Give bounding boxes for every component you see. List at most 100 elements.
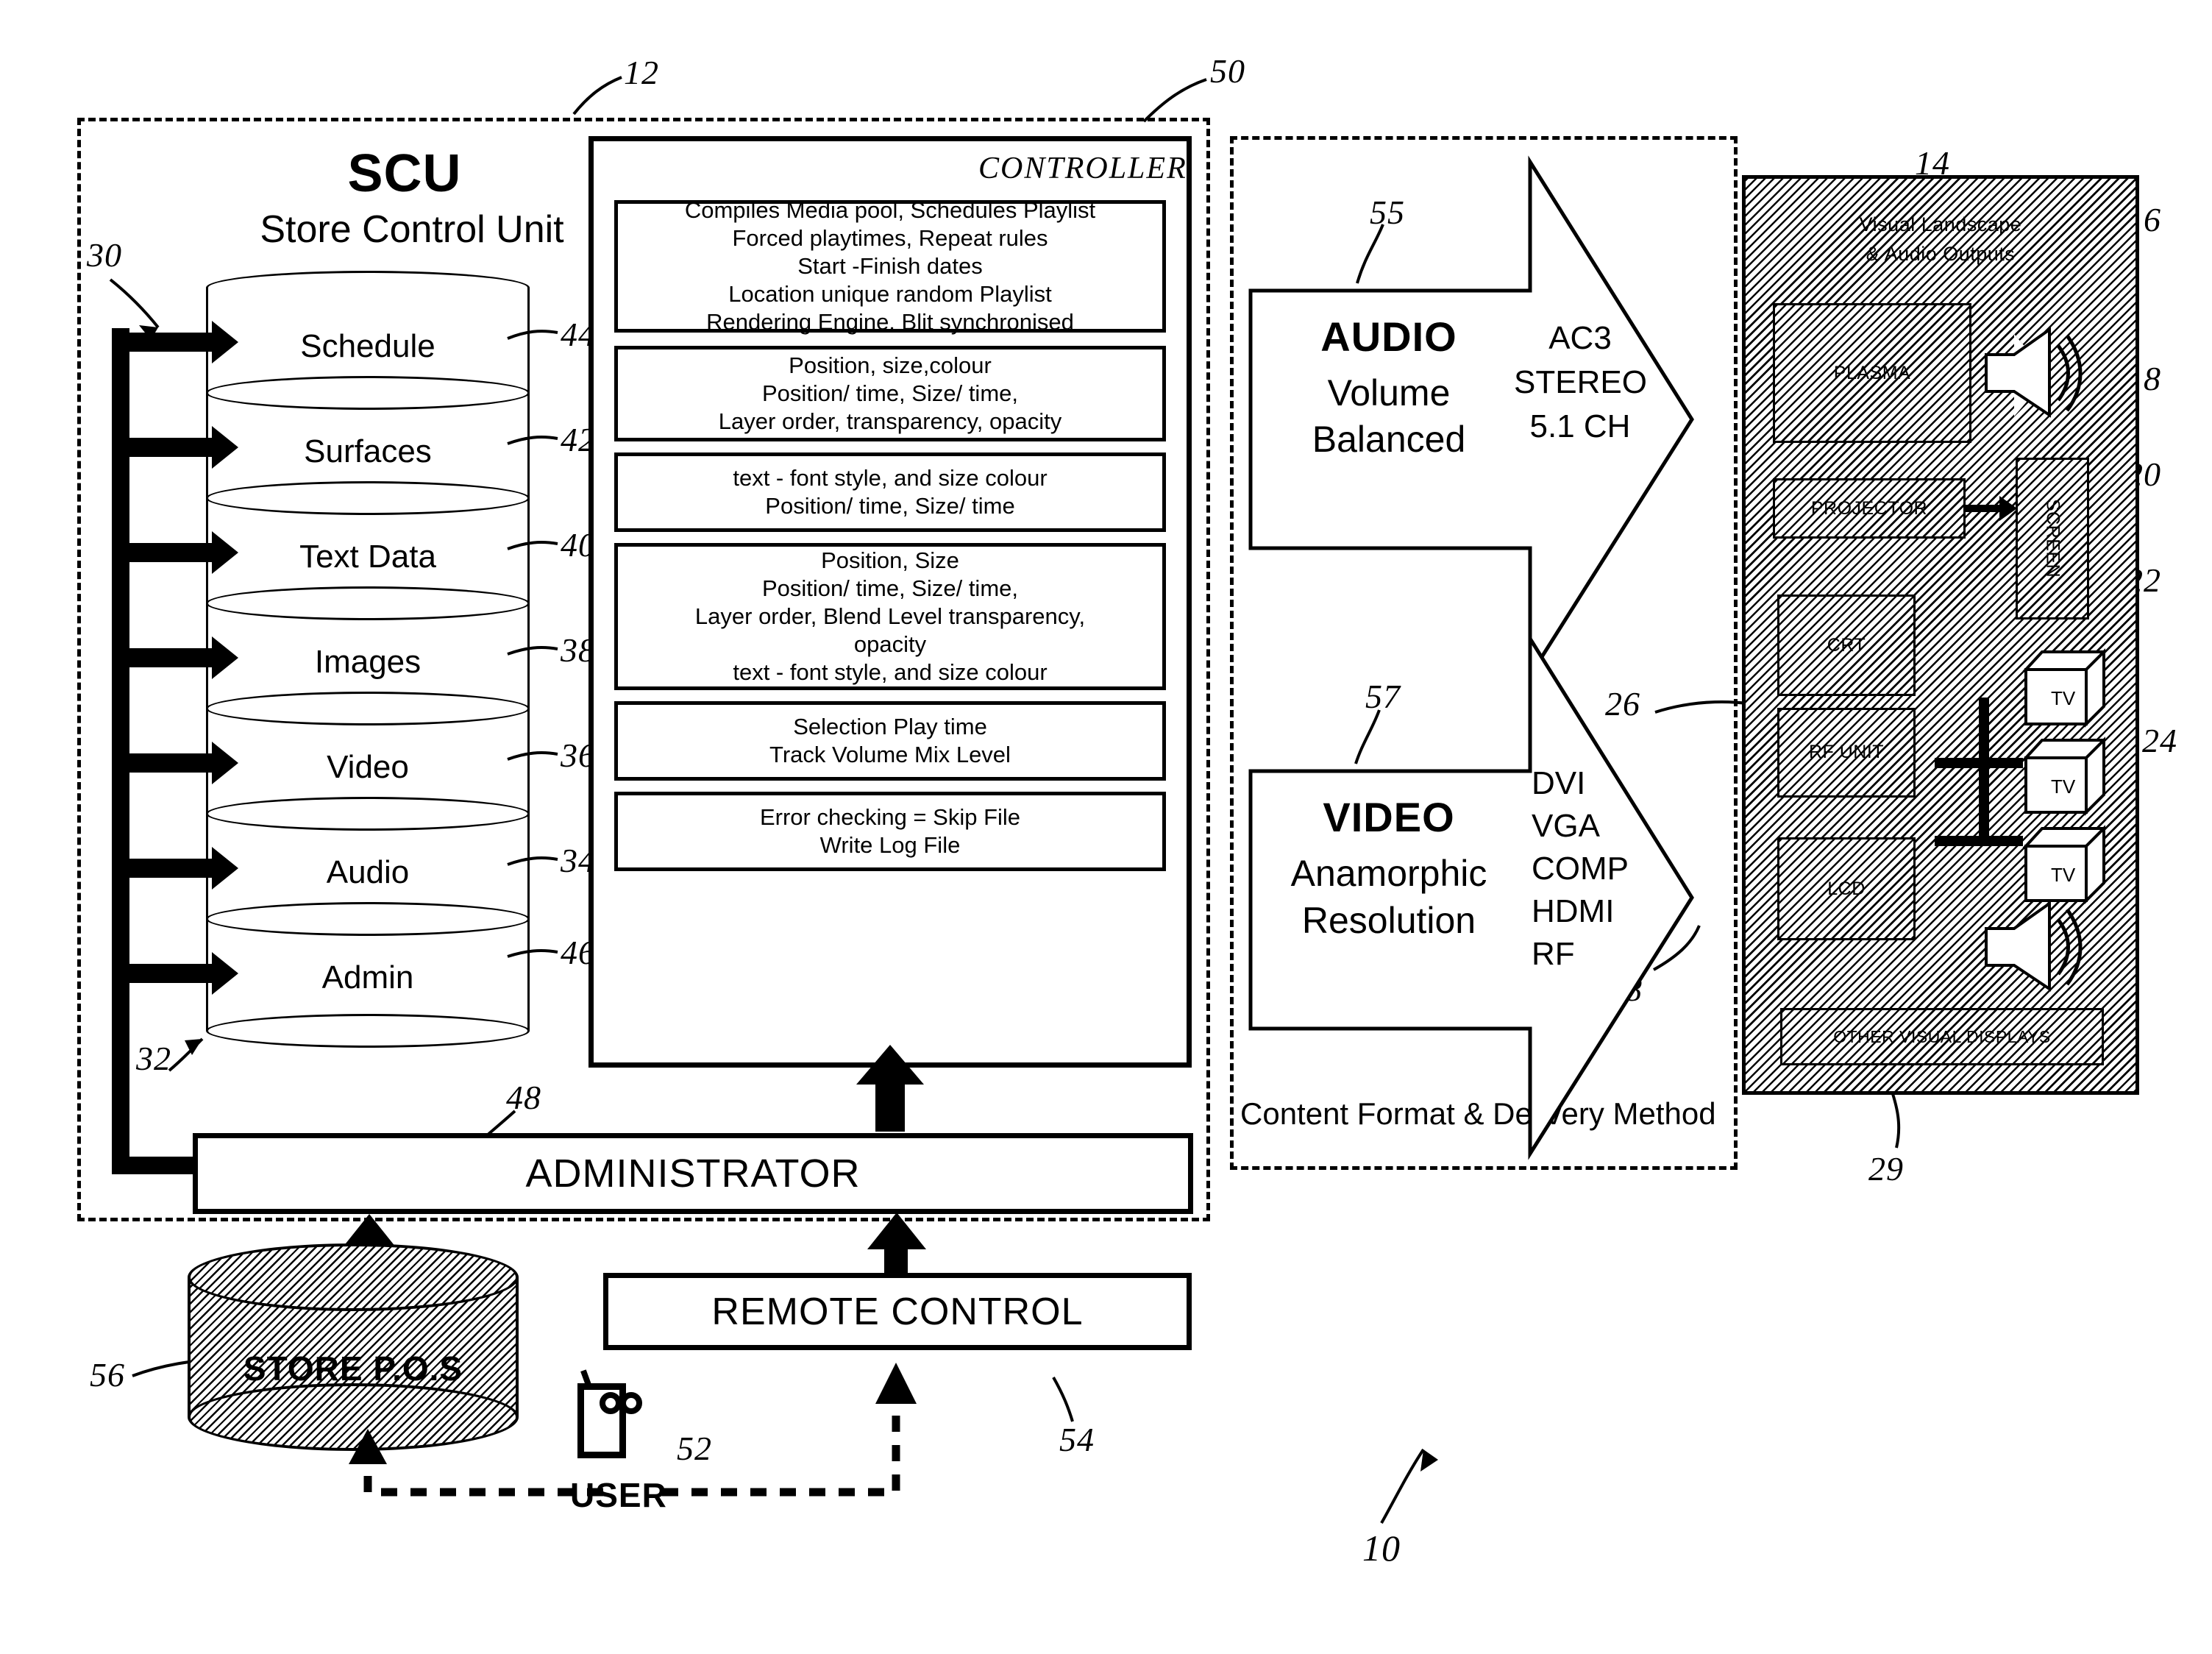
ref-32: 32 — [136, 1040, 171, 1077]
audio-title: AUDIO — [1320, 313, 1457, 360]
display-other-visual-displays: OTHER VISUAL DISPLAYS — [1780, 1008, 2104, 1065]
panel-line: Write Log File — [819, 832, 961, 858]
controller-panel-playlist: Compiles Media pool, Schedules Playlist … — [614, 197, 1166, 335]
ref-50: 50 — [1210, 52, 1245, 90]
panel-line: text - font style, and size colour — [733, 659, 1048, 685]
display-projector-label: PROJECTOR — [1810, 497, 1928, 519]
feed-arrow-surfaces — [118, 426, 238, 469]
panel-line: Compiles Media pool, Schedules Playlist — [684, 197, 1096, 224]
controller-panel-error-log: Error checking = Skip File Write Log Fil… — [614, 792, 1166, 871]
display-lcd: LCD — [1777, 837, 1916, 940]
panel-line: Position, Size — [821, 547, 959, 574]
delivery-caption: Content Format & Delivery Method — [1240, 1096, 1716, 1131]
display-other-visual-displays-label: OTHER VISUAL DISPLAYS — [1833, 1026, 2051, 1046]
panel-line: Forced playtimes, Repeat rules — [732, 225, 1048, 252]
remote-control-box: REMOTE CONTROL — [603, 1273, 1192, 1350]
user-to-remote-arrowhead — [875, 1363, 917, 1404]
feed-arrow-text-data — [118, 531, 238, 574]
display-screen: SCREEN — [2016, 458, 2089, 620]
store-pos-top-ellipse — [188, 1243, 519, 1311]
panel-line: Position/ time, Size/ time, — [761, 380, 1018, 407]
panel-line: Location unique random Playlist — [728, 280, 1052, 307]
db-segment-schedule: Schedule — [300, 328, 435, 364]
store-pos-cylinder: STORE P.O.S — [188, 1243, 519, 1451]
cylinder-divider — [206, 586, 530, 620]
audio-format-51ch: 5.1 CH — [1529, 408, 1631, 444]
cylinder-divider — [206, 481, 530, 515]
store-pos-label: STORE P.O.S — [243, 1349, 463, 1388]
speaker-icon-top — [1985, 327, 2083, 418]
rf-distribution-branch-top — [1935, 758, 2023, 768]
video-format-dvi: DVI — [1532, 765, 1586, 801]
display-crt: CRT — [1777, 594, 1916, 696]
admin-to-controller-arrow-shaft — [875, 1080, 905, 1132]
ref-29: 29 — [1868, 1150, 1904, 1188]
user-icon-eye-right — [620, 1392, 642, 1414]
db-segment-text-data: Text Data — [299, 539, 436, 575]
audio-format-ac3: AC3 — [1548, 320, 1612, 356]
display-rf-unit-label: RF UNIT — [1808, 742, 1885, 763]
panel-line: Position/ time, Size/ time — [765, 493, 1015, 519]
remote-control-label: REMOTE CONTROL — [711, 1290, 1084, 1333]
display-lcd-label: LCD — [1827, 878, 1866, 899]
user-label: USER — [570, 1476, 667, 1514]
controller-panel-image-props: Position, Size Position/ time, Size/ tim… — [614, 543, 1166, 690]
panel-line: Position, size,colour — [789, 352, 992, 379]
ref-54: 54 — [1059, 1421, 1095, 1458]
controller-panel-audio-mix: Selection Play time Track Volume Mix Lev… — [614, 701, 1166, 781]
video-title: VIDEO — [1323, 794, 1455, 840]
cylinder-divider — [206, 376, 530, 410]
delivery-enclosure — [1230, 136, 1738, 1170]
video-format-rf: RF — [1532, 936, 1575, 972]
cylinder-divider — [206, 797, 530, 831]
scu-title: SCU — [347, 144, 462, 203]
display-screen-label: SCREEN — [2042, 499, 2063, 578]
controller-panel-text-props: text - font style, and size colour Posit… — [614, 452, 1166, 532]
feed-arrow-audio — [118, 847, 238, 890]
db-segment-surfaces: Surfaces — [304, 433, 432, 469]
audio-format-stereo: STEREO — [1514, 364, 1647, 400]
video-line2: Resolution — [1301, 900, 1476, 941]
user-icon-body — [577, 1383, 626, 1458]
user-icon — [577, 1369, 645, 1460]
panel-line: Position/ time, Size/ time, — [761, 575, 1018, 602]
projector-to-screen-arrow-shaft — [1966, 505, 2001, 512]
db-segment-admin: Admin — [321, 959, 414, 995]
feed-arrow-video — [118, 742, 238, 784]
panel-line: Start -Finish dates — [797, 253, 983, 280]
panel-line: Layer order, transparency, opacity — [718, 408, 1062, 434]
panel-line: Rendering Engine, Blit synchronised — [706, 308, 1074, 335]
remote-to-admin-arrow-head — [867, 1213, 926, 1249]
audio-line2: Balanced — [1312, 419, 1466, 460]
administrator-box: ADMINISTRATOR — [193, 1133, 1193, 1214]
svg-text:TV: TV — [2051, 687, 2076, 709]
display-crt-label: CRT — [1827, 634, 1866, 656]
scu-subtitle: Store Control Unit — [260, 208, 564, 251]
audio-line1: Volume — [1327, 372, 1451, 414]
panel-line: Layer order, Blend Level transparency, — [694, 603, 1086, 630]
administrator-label: ADMINISTRATOR — [525, 1151, 861, 1196]
panel-line: Selection Play time — [793, 714, 987, 740]
display-rf-unit: RF UNIT — [1777, 708, 1916, 798]
feed-arrow-schedule — [118, 321, 238, 363]
ref-10: 10 — [1362, 1527, 1401, 1569]
display-projector: PROJECTOR — [1773, 478, 1966, 539]
store-pos-bottom-ellipse — [188, 1383, 519, 1451]
cylinder-divider — [206, 902, 530, 936]
media-database-stack: Schedule Surfaces Text Data Images Video… — [206, 271, 530, 1051]
controller-title: CONTROLLER — [978, 152, 1187, 185]
ref-12: 12 — [624, 54, 659, 91]
video-format-comp: COMP — [1532, 851, 1629, 887]
panel-line: text - font style, and size colour — [733, 465, 1048, 491]
cylinder-divider — [206, 692, 530, 725]
video-format-hdmi: HDMI — [1532, 893, 1615, 929]
rf-distribution-branch-bottom — [1935, 836, 2023, 846]
controller-panel-surface-props: Position, size,colour Position/ time, Si… — [614, 346, 1166, 441]
svg-text:TV: TV — [2051, 775, 2076, 798]
tv-icon-2: TV — [2021, 736, 2113, 817]
user-icon-eye-left — [600, 1392, 622, 1414]
display-plasma-label: PLASMA — [1833, 362, 1911, 383]
db-segment-audio: Audio — [326, 854, 410, 890]
ref-30: 30 — [87, 236, 122, 274]
user-to-pos-dotted-line — [363, 1464, 603, 1497]
